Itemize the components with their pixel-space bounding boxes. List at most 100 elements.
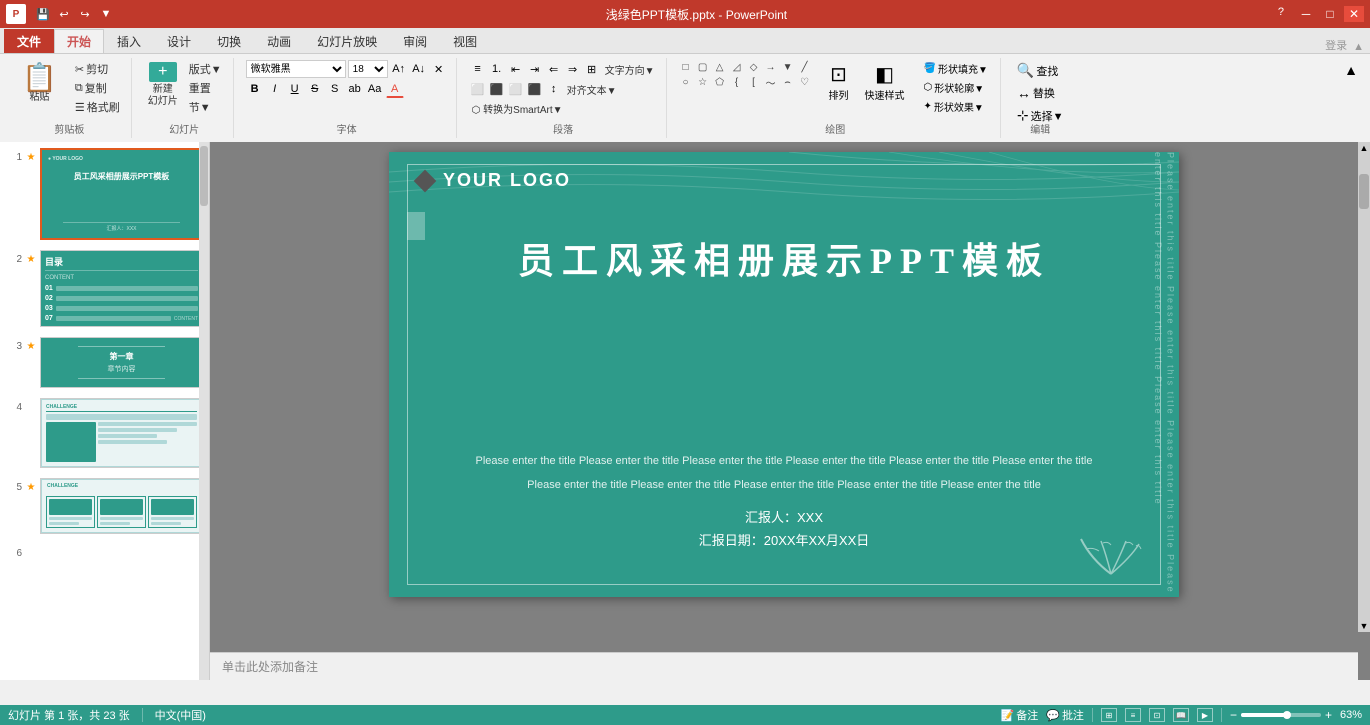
tab-animations[interactable]: 动画: [254, 29, 304, 53]
new-slide-button[interactable]: + 新建幻灯片: [144, 60, 182, 110]
align-center-button[interactable]: ⬛: [488, 80, 506, 98]
shape-more[interactable]: ▼: [781, 60, 795, 74]
justify-button[interactable]: ⬛: [526, 80, 544, 98]
close-button[interactable]: ✕: [1344, 6, 1364, 22]
tab-design[interactable]: 设计: [154, 29, 204, 53]
fill-button[interactable]: 🪣 形状填充▼: [920, 60, 992, 77]
strikethrough-button[interactable]: S: [306, 80, 324, 98]
rtl-button[interactable]: ⇐: [545, 60, 563, 78]
ribbon-expand-button[interactable]: ▲: [1340, 58, 1362, 138]
slide-reporter[interactable]: 汇报人：XXX: [389, 507, 1179, 526]
underline-button[interactable]: U: [286, 80, 304, 98]
minimize-button[interactable]: ─: [1296, 6, 1316, 22]
text-direction-button[interactable]: 文字方向▼: [602, 60, 658, 78]
tab-insert[interactable]: 插入: [104, 29, 154, 53]
quick-style-button[interactable]: ◧ 快速样式: [859, 60, 911, 104]
shape-triangle[interactable]: △: [713, 60, 727, 74]
reading-view-button[interactable]: 📖: [1173, 708, 1189, 722]
slide-thumb-1[interactable]: ● YOUR LOGO 员工风采相册展示PPT模板 汇报人：XXX: [40, 148, 203, 240]
bullets-button[interactable]: ≡: [469, 60, 487, 78]
tab-view[interactable]: 视图: [440, 29, 490, 53]
notes-bar[interactable]: 单击此处添加备注: [210, 652, 1358, 680]
slide-thumb-2[interactable]: 目录 CONTENT 01 02 03: [40, 250, 203, 327]
canvas-vscrollbar[interactable]: [1358, 154, 1370, 620]
align-text-button[interactable]: 对齐文本▼: [564, 80, 620, 98]
indent-decrease-button[interactable]: ⇤: [507, 60, 525, 78]
tab-file[interactable]: 文件: [4, 29, 54, 53]
shape-rounded-rect[interactable]: ▢: [696, 60, 710, 74]
shape-bracket[interactable]: [: [747, 75, 761, 89]
numbering-button[interactable]: 1.: [488, 60, 506, 78]
slideshow-button[interactable]: ▶: [1197, 708, 1213, 722]
cut-button[interactable]: ✂ 剪切: [72, 60, 123, 78]
zoom-slider-track[interactable]: [1241, 713, 1321, 717]
slide-item-3[interactable]: 3 ★ 第一章 章节内容: [4, 335, 205, 390]
ltr-button[interactable]: ⇒: [564, 60, 582, 78]
align-right-button[interactable]: ⬜: [507, 80, 525, 98]
shape-wave[interactable]: 〜: [764, 75, 778, 89]
comments-button[interactable]: 💬 批注: [1046, 707, 1084, 723]
slide-main-title[interactable]: 员工风采相册展示PPT模板: [389, 232, 1179, 284]
slidesorter-button[interactable]: ⊡: [1149, 708, 1165, 722]
outline-view-button[interactable]: ≡: [1125, 708, 1141, 722]
char-spacing-button[interactable]: ab: [346, 80, 364, 98]
shape-circle[interactable]: ○: [679, 75, 693, 89]
slide-item-5[interactable]: 5 ★ CHALLENGE: [4, 476, 205, 536]
shape-line[interactable]: ╱: [798, 60, 812, 74]
line-spacing-button[interactable]: ↕: [545, 80, 563, 98]
login-button[interactable]: 登录: [1325, 37, 1353, 53]
save-button[interactable]: 💾: [34, 5, 52, 23]
slide-item-2[interactable]: 2 ★ 目录 CONTENT 01 02: [4, 248, 205, 329]
paste-button[interactable]: 📋 粘贴: [16, 60, 63, 108]
replace-button[interactable]: ↔ 替换: [1013, 83, 1068, 103]
slide-thumb-4[interactable]: CHALLENGE: [40, 398, 203, 468]
tab-slideshow[interactable]: 幻灯片放映: [304, 29, 390, 53]
font-decrease-button[interactable]: A↓: [410, 60, 428, 78]
convert-smartart-button[interactable]: ⬡ 转换为SmartArt▼: [469, 100, 566, 117]
indent-increase-button[interactable]: ⇥: [526, 60, 544, 78]
align-left-button[interactable]: ⬜: [469, 80, 487, 98]
tab-home[interactable]: 开始: [54, 29, 104, 53]
normal-view-button[interactable]: ⊞: [1101, 708, 1117, 722]
outline-button[interactable]: ⬡ 形状轮廓▼: [920, 79, 992, 96]
shape-rect[interactable]: □: [679, 60, 693, 74]
tab-transitions[interactable]: 切换: [204, 29, 254, 53]
slide-date[interactable]: 汇报日期：20XX年XX月XX日: [389, 530, 1179, 549]
slide-item-1[interactable]: 1 ★ ● YOUR LOGO 员工风采相册展示PPT模板 汇报人：XXX: [4, 146, 205, 242]
shadow-button[interactable]: S: [326, 80, 344, 98]
ribbon-collapse[interactable]: ▲: [1353, 41, 1370, 53]
slide-item-6[interactable]: 6: [4, 542, 205, 561]
reset-button[interactable]: 重置: [186, 79, 225, 97]
slide-thumb-3[interactable]: 第一章 章节内容: [40, 337, 203, 388]
copy-button[interactable]: ⧉ 复制: [72, 79, 123, 97]
shape-diamond[interactable]: ◇: [747, 60, 761, 74]
shape-arrow[interactable]: →: [764, 60, 778, 74]
maximize-button[interactable]: □: [1320, 6, 1340, 22]
shape-curly[interactable]: ⌢: [781, 75, 795, 89]
shape-rtriangle[interactable]: ◿: [730, 60, 744, 74]
zoom-out-button[interactable]: −: [1230, 708, 1237, 722]
italic-button[interactable]: I: [266, 80, 284, 98]
columns-button[interactable]: ⊞: [583, 60, 601, 78]
effect-button[interactable]: ✦ 形状效果▼: [920, 98, 992, 115]
layout-button[interactable]: 版式▼: [186, 60, 225, 78]
zoom-in-button[interactable]: +: [1325, 708, 1332, 722]
arrange-button[interactable]: ⊡ 排列: [823, 60, 855, 104]
font-color-button[interactable]: A: [386, 80, 404, 98]
section-button[interactable]: 节▼: [186, 98, 225, 116]
redo-button[interactable]: ↪: [76, 5, 94, 23]
font-face-select[interactable]: 微软雅黑: [246, 60, 346, 78]
slide-item-4[interactable]: 4 CHALLENGE: [4, 396, 205, 470]
find-button[interactable]: 🔍 查找: [1013, 60, 1068, 81]
slide-canvas[interactable]: YOUR LOGO 员工风采相册展示PPT模板 Please enter the…: [389, 152, 1179, 597]
undo-button[interactable]: ↩: [55, 5, 73, 23]
vscroll-up-arrow[interactable]: ▲: [1358, 142, 1370, 154]
font-increase-button[interactable]: A↑: [390, 60, 408, 78]
slides-scrollbar[interactable]: [199, 142, 209, 680]
help-button[interactable]: ?: [1278, 6, 1284, 22]
notes-button[interactable]: 📝 备注: [1001, 707, 1039, 723]
clear-format-button[interactable]: ✕: [430, 60, 448, 78]
quick-access-more[interactable]: ▼: [97, 5, 115, 23]
tab-review[interactable]: 审阅: [390, 29, 440, 53]
font-size-select[interactable]: 18: [348, 60, 388, 78]
